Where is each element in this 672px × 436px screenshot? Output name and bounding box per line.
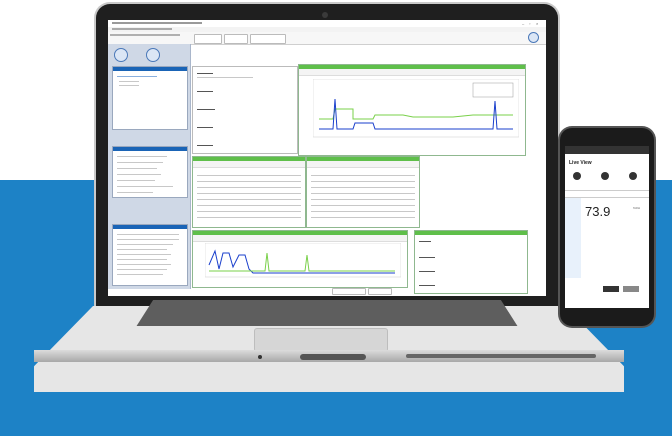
line-chart-main [313,79,519,138]
sync-icon[interactable] [114,48,128,62]
phone-tabs[interactable] [565,190,649,198]
toolbar-button-1[interactable] [194,34,222,44]
table-toolbar[interactable] [193,161,305,168]
app-title-text [112,22,202,24]
details-panel [192,66,298,154]
bottom-button-1[interactable] [332,288,366,295]
panel-header [415,231,527,235]
sidebar-devices-box [112,66,188,130]
window-close-icon[interactable]: × [536,21,540,26]
record-icon[interactable] [573,172,581,180]
tab-strip[interactable] [110,34,180,36]
sidebar-tasks-box [112,146,188,198]
sidebar [108,44,191,289]
help-icon[interactable] [528,32,539,43]
phone-status-bar [565,146,649,154]
chart-toolbar[interactable] [299,69,525,76]
details-panel-secondary [414,230,528,294]
table-toolbar[interactable] [307,161,419,168]
settings-icon[interactable] [629,172,637,180]
speaker-vent [406,354,596,358]
phone-screen-title: Live View [569,160,592,166]
share-icon[interactable] [601,172,609,180]
window-minimize-icon[interactable]: – [522,21,526,26]
power-led-icon [258,355,262,359]
phone-stop-button[interactable] [603,286,619,292]
chart-icon[interactable] [146,48,160,62]
graph-panel-main [298,64,526,156]
laptop-lid: – ▫ × [96,4,558,308]
phone-start-button[interactable] [623,286,639,292]
laptop-keyboard [136,300,518,326]
smartphone: Live View 73.9 %RH [560,128,654,326]
toolbar-button-2[interactable] [224,34,248,44]
toolbar-button-3[interactable] [250,34,286,44]
sidebar-box-header [113,147,187,151]
menu-items[interactable] [112,28,172,30]
table-panel-right [306,156,420,228]
phone-reading-unit: %RH [633,206,641,210]
bottom-button-2[interactable] [368,288,392,295]
lid-notch [300,354,366,360]
phone-side-list[interactable] [565,198,581,278]
laptop-touchpad [254,328,388,352]
window-maximize-icon[interactable]: ▫ [529,21,533,26]
sidebar-box-header [113,225,187,229]
graph-panel-secondary [192,230,408,288]
sidebar-box-header [113,67,187,71]
sidebar-files-box [112,224,188,286]
phone-screen: Live View 73.9 %RH [565,146,649,308]
chart-toolbar[interactable] [193,235,407,242]
webcam-icon [322,12,328,18]
table-panel-left [192,156,306,228]
phone-reading-value: 73.9 [585,204,611,219]
chart-legend [472,82,514,98]
laptop-screen: – ▫ × [108,20,546,296]
line-chart-secondary [205,243,401,278]
